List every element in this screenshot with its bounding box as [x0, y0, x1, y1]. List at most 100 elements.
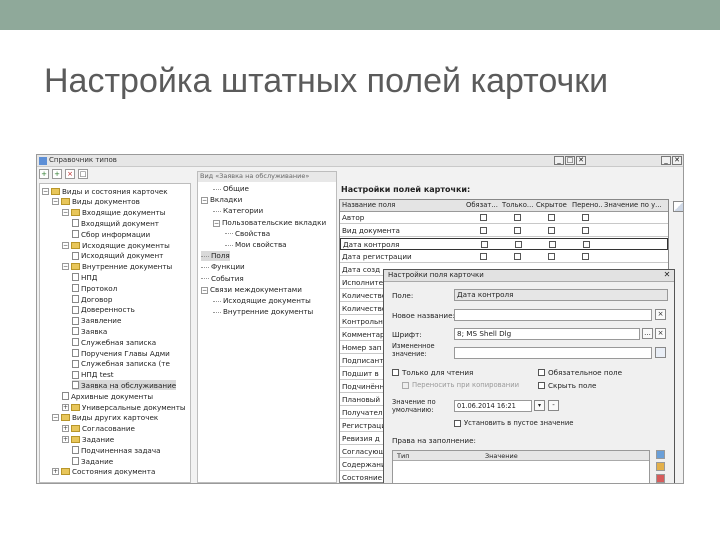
tree-item[interactable]: + Задание: [62, 434, 114, 444]
close-button[interactable]: ✕: [576, 156, 586, 165]
column-header[interactable]: Скрытое: [536, 201, 570, 209]
default-value-input[interactable]: 01.06.2014 16:21: [454, 400, 532, 412]
tree-item[interactable]: Задание: [72, 456, 113, 466]
field-option-checkbox[interactable]: [480, 214, 487, 221]
tree-item[interactable]: НПД: [72, 272, 97, 282]
expand-toggle-icon[interactable]: +: [62, 403, 69, 411]
delete-button[interactable]: ×: [65, 169, 75, 179]
edit-permission-icon[interactable]: [656, 462, 665, 471]
field-option-checkbox[interactable]: [515, 241, 522, 248]
tree-item[interactable]: Архивные документы: [62, 391, 153, 401]
tree-item[interactable]: Поручения Главы Адми: [72, 348, 170, 358]
table-row[interactable]: Дата регистрации: [340, 251, 668, 263]
tree-item[interactable]: + Состояния документа: [52, 467, 155, 477]
field-option-checkbox[interactable]: [481, 241, 488, 248]
add-child-button[interactable]: +: [52, 169, 62, 179]
tree-item[interactable]: − Исходящие документы: [62, 240, 170, 250]
tree-item[interactable]: Протокол: [72, 283, 117, 293]
view-tree-item[interactable]: Исходящие документы: [213, 296, 311, 306]
tree-item[interactable]: Заявка: [72, 326, 107, 336]
field-option-checkbox[interactable]: [514, 227, 521, 234]
calendar-dropdown-icon[interactable]: ▾: [534, 400, 545, 411]
table-row[interactable]: Автор: [340, 212, 668, 224]
field-option-checkbox[interactable]: [582, 227, 589, 234]
expand-toggle-icon[interactable]: −: [213, 219, 220, 227]
tree-item[interactable]: Доверенность: [72, 305, 135, 315]
new-name-input[interactable]: [454, 309, 652, 321]
expand-toggle-icon[interactable]: −: [42, 187, 49, 195]
view-tree-item[interactable]: Общие: [213, 184, 249, 194]
expand-toggle-icon[interactable]: −: [62, 241, 69, 249]
tree-item[interactable]: Служебная записка (те: [72, 359, 170, 369]
field-option-checkbox[interactable]: [582, 253, 589, 260]
tree-item[interactable]: Служебная записка: [72, 337, 156, 347]
expand-toggle-icon[interactable]: −: [62, 209, 69, 217]
tree-item[interactable]: Заявка на обслуживание: [72, 380, 177, 391]
view-tree-item[interactable]: Свойства: [225, 229, 270, 239]
column-header[interactable]: Перено...: [572, 201, 602, 209]
view-tree-item[interactable]: Поля: [201, 251, 230, 262]
column-header[interactable]: Обязат...: [466, 201, 500, 209]
close-main-button[interactable]: ✕: [672, 156, 682, 165]
maximize-button[interactable]: □: [565, 156, 575, 165]
tree-item[interactable]: − Виды и состояния карточек: [42, 186, 168, 196]
expand-toggle-icon[interactable]: −: [201, 197, 208, 205]
field-option-checkbox[interactable]: [514, 214, 521, 221]
tree-item[interactable]: − Внутренние документы: [62, 262, 172, 272]
tree-item[interactable]: Сбор информации: [72, 229, 150, 239]
field-option-checkbox[interactable]: [548, 227, 555, 234]
view-tree-item[interactable]: Функции: [201, 262, 245, 272]
view-tree-item[interactable]: Внутренние документы: [213, 307, 313, 317]
expand-toggle-icon[interactable]: −: [52, 198, 59, 206]
view-tree-item[interactable]: − Связи междокументами: [201, 285, 302, 295]
tree-item[interactable]: Договор: [72, 294, 112, 304]
field-option-checkbox[interactable]: [480, 253, 487, 260]
field-option-checkbox[interactable]: [582, 214, 589, 221]
required-checkbox[interactable]: [538, 369, 545, 376]
tree-item[interactable]: − Входящие документы: [62, 208, 165, 218]
hidden-checkbox[interactable]: [538, 382, 545, 389]
properties-button[interactable]: □: [78, 169, 88, 179]
table-row[interactable]: Дата контроля: [340, 238, 668, 250]
add-permission-icon[interactable]: [656, 450, 665, 459]
column-header[interactable]: Значение по у...: [604, 201, 668, 209]
tree-item[interactable]: Входящий документ: [72, 218, 159, 228]
tree-item[interactable]: НПД test: [72, 370, 114, 380]
expand-toggle-icon[interactable]: −: [201, 286, 208, 294]
expand-toggle-icon[interactable]: +: [62, 435, 69, 443]
add-button[interactable]: +: [39, 169, 49, 179]
table-row[interactable]: Вид документа: [340, 225, 668, 237]
tree-item[interactable]: Подчиненная задача: [72, 445, 160, 455]
changed-value-input[interactable]: [454, 347, 652, 359]
tree-item[interactable]: Заявление: [72, 316, 121, 326]
tree-item[interactable]: + Универсальные документы: [62, 402, 186, 412]
dialog-close-icon[interactable]: ✕: [662, 271, 672, 280]
font-input[interactable]: 8; MS Shell Dlg: [454, 328, 640, 340]
field-option-checkbox[interactable]: [583, 241, 590, 248]
tree-item[interactable]: + Согласование: [62, 424, 135, 434]
tree-item[interactable]: − Виды документов: [52, 197, 140, 207]
field-option-checkbox[interactable]: [548, 214, 555, 221]
column-header[interactable]: Только...: [502, 201, 534, 209]
view-tree-item[interactable]: Категории: [213, 206, 263, 216]
edit-value-icon[interactable]: [655, 347, 666, 358]
view-tree-item[interactable]: − Вкладки: [201, 195, 242, 205]
clear-font-button[interactable]: ×: [655, 328, 666, 339]
minimize-button[interactable]: _: [554, 156, 564, 165]
set-if-empty-checkbox[interactable]: [454, 420, 461, 427]
default-value-button[interactable]: -: [548, 400, 559, 411]
clear-new-name-button[interactable]: ×: [655, 309, 666, 320]
transfer-checkbox[interactable]: [402, 382, 409, 389]
view-tree-item[interactable]: Мои свойства: [225, 240, 287, 250]
field-option-checkbox[interactable]: [480, 227, 487, 234]
edit-field-icon[interactable]: [673, 201, 683, 212]
minimize-main-button[interactable]: _: [661, 156, 671, 165]
column-header[interactable]: Название поля: [342, 201, 464, 209]
field-option-checkbox[interactable]: [549, 241, 556, 248]
expand-toggle-icon[interactable]: +: [52, 468, 59, 476]
tree-item[interactable]: − Виды других карточек: [52, 413, 158, 423]
view-tree-item[interactable]: − Пользовательские вкладки: [213, 218, 326, 228]
font-browse-button[interactable]: ...: [642, 328, 653, 339]
tree-item[interactable]: Исходящий документ: [72, 251, 163, 261]
field-option-checkbox[interactable]: [548, 253, 555, 260]
